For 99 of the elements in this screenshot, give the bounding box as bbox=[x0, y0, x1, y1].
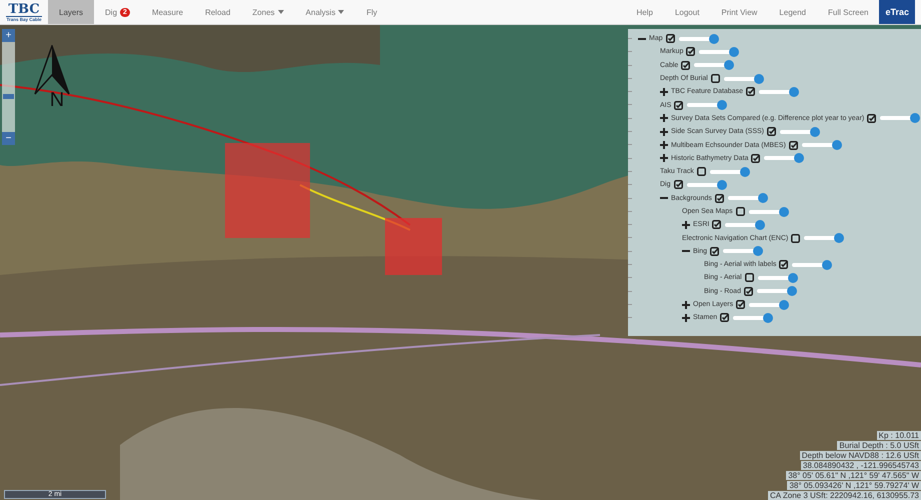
checkbox[interactable] bbox=[696, 167, 706, 176]
checkbox[interactable] bbox=[666, 34, 675, 44]
nav-link[interactable]: Legend bbox=[768, 0, 817, 24]
checkbox[interactable] bbox=[751, 154, 760, 163]
north-label: N bbox=[50, 91, 64, 109]
nav-link[interactable]: Print View bbox=[710, 0, 768, 24]
nav-link[interactable]: Full Screen bbox=[817, 0, 880, 24]
nav-tab[interactable]: Analysis bbox=[294, 0, 356, 24]
zoom-slider[interactable] bbox=[2, 42, 15, 132]
checkbox[interactable] bbox=[767, 127, 776, 136]
nav-tab[interactable]: Layers bbox=[48, 0, 94, 24]
checkbox[interactable] bbox=[674, 180, 683, 190]
slider-thumb[interactable] bbox=[910, 113, 920, 124]
slider-thumb[interactable] bbox=[740, 166, 750, 177]
zoom-slider-thumb[interactable] bbox=[3, 94, 14, 99]
opacity-slider[interactable] bbox=[764, 153, 806, 164]
checkbox[interactable] bbox=[788, 140, 798, 150]
slider-thumb[interactable] bbox=[834, 233, 844, 244]
position-readout: Depth below NAVD88 : 12.6 USft bbox=[800, 451, 921, 460]
position-readout: CA Zone 3 USft: 2220942.16, 6130955.73 bbox=[768, 491, 921, 500]
expand-icon[interactable] bbox=[660, 88, 668, 96]
slider-thumb[interactable] bbox=[788, 86, 799, 97]
logo-text: TBC bbox=[8, 2, 40, 16]
expand-icon[interactable] bbox=[660, 141, 668, 150]
slider-thumb[interactable] bbox=[758, 193, 768, 204]
checkbox[interactable] bbox=[746, 87, 755, 96]
checkbox[interactable] bbox=[681, 60, 690, 70]
expand-icon[interactable] bbox=[660, 114, 668, 122]
checkbox[interactable] bbox=[744, 286, 753, 296]
opacity-slider[interactable] bbox=[758, 86, 801, 97]
slider-thumb[interactable] bbox=[753, 246, 764, 256]
slider-thumb[interactable] bbox=[716, 180, 727, 190]
position-readout: 38.084890432 , -121.996545743 bbox=[800, 461, 921, 470]
checkbox[interactable] bbox=[736, 300, 746, 310]
zoom-in-button[interactable]: + bbox=[2, 29, 15, 42]
expand-icon[interactable] bbox=[660, 128, 668, 136]
slider-thumb[interactable] bbox=[778, 206, 789, 216]
checkbox[interactable] bbox=[710, 246, 720, 256]
checkbox[interactable] bbox=[714, 194, 724, 203]
opacity-slider[interactable] bbox=[792, 260, 834, 270]
expand-icon[interactable] bbox=[682, 220, 690, 229]
slider-thumb[interactable] bbox=[724, 60, 734, 70]
position-readout: 38° 05' 05.61" N ,121° 59' 47.565" W bbox=[786, 471, 921, 480]
opacity-slider[interactable] bbox=[756, 286, 799, 296]
nav-tab[interactable]: Measure bbox=[140, 0, 194, 24]
opacity-slider[interactable] bbox=[687, 100, 730, 110]
slider-thumb[interactable] bbox=[755, 220, 766, 230]
checkbox[interactable] bbox=[791, 234, 800, 243]
opacity-slider[interactable] bbox=[710, 166, 752, 177]
slider-thumb[interactable] bbox=[717, 100, 728, 110]
expand-icon[interactable] bbox=[660, 154, 668, 162]
opacity-slider[interactable] bbox=[724, 74, 766, 84]
opacity-slider[interactable] bbox=[686, 180, 729, 190]
slider-thumb[interactable] bbox=[763, 312, 774, 323]
zoom-out-button[interactable]: − bbox=[2, 132, 15, 145]
checkbox[interactable] bbox=[736, 207, 745, 216]
opacity-slider[interactable] bbox=[728, 193, 770, 204]
checkbox[interactable] bbox=[674, 100, 684, 110]
slider-thumb[interactable] bbox=[794, 153, 804, 164]
opacity-slider[interactable] bbox=[748, 206, 791, 216]
opacity-slider[interactable] bbox=[780, 126, 822, 137]
slider-thumb[interactable] bbox=[708, 34, 719, 44]
position-readout: Kp : 10.011 bbox=[876, 431, 921, 440]
opacity-slider[interactable] bbox=[678, 34, 721, 44]
checkbox[interactable] bbox=[710, 74, 720, 84]
opacity-slider[interactable] bbox=[723, 246, 766, 256]
slider-thumb[interactable] bbox=[788, 272, 798, 283]
opacity-slider[interactable] bbox=[880, 113, 921, 124]
opacity-slider[interactable] bbox=[802, 140, 844, 150]
nav-tab[interactable]: Reload bbox=[194, 0, 242, 24]
slider-thumb[interactable] bbox=[729, 46, 740, 57]
position-readout: 38° 05.093426' N ,121° 59.79274' W bbox=[787, 481, 921, 490]
nav-link[interactable]: Logout bbox=[664, 0, 710, 24]
slider-thumb[interactable] bbox=[810, 126, 820, 137]
opacity-slider[interactable] bbox=[733, 312, 776, 323]
checkbox[interactable] bbox=[686, 47, 696, 56]
slider-thumb[interactable] bbox=[832, 140, 842, 150]
checkbox[interactable] bbox=[867, 114, 876, 123]
slider-thumb[interactable] bbox=[779, 300, 790, 310]
opacity-slider[interactable] bbox=[694, 60, 736, 70]
checkbox[interactable] bbox=[720, 313, 730, 322]
slider-thumb[interactable] bbox=[786, 286, 797, 296]
expand-icon[interactable] bbox=[682, 314, 690, 322]
opacity-slider[interactable] bbox=[749, 300, 792, 310]
opacity-slider[interactable] bbox=[699, 46, 742, 57]
checkbox[interactable] bbox=[779, 260, 788, 270]
partner-logo: eTrac bbox=[879, 0, 915, 24]
nav-link[interactable]: Help bbox=[626, 0, 664, 24]
opacity-slider[interactable] bbox=[758, 272, 800, 283]
opacity-slider[interactable] bbox=[725, 220, 768, 230]
nav-tab[interactable]: Zones bbox=[241, 0, 295, 24]
checkbox[interactable] bbox=[712, 220, 722, 230]
slider-thumb[interactable] bbox=[754, 74, 764, 84]
expand-icon[interactable] bbox=[682, 300, 690, 309]
checkbox[interactable] bbox=[744, 273, 754, 282]
position-readout: Burial Depth : 5.0 USft bbox=[837, 441, 921, 450]
slider-thumb[interactable] bbox=[822, 260, 832, 270]
opacity-slider[interactable] bbox=[804, 233, 846, 244]
nav-tab[interactable]: Fly bbox=[355, 0, 388, 24]
